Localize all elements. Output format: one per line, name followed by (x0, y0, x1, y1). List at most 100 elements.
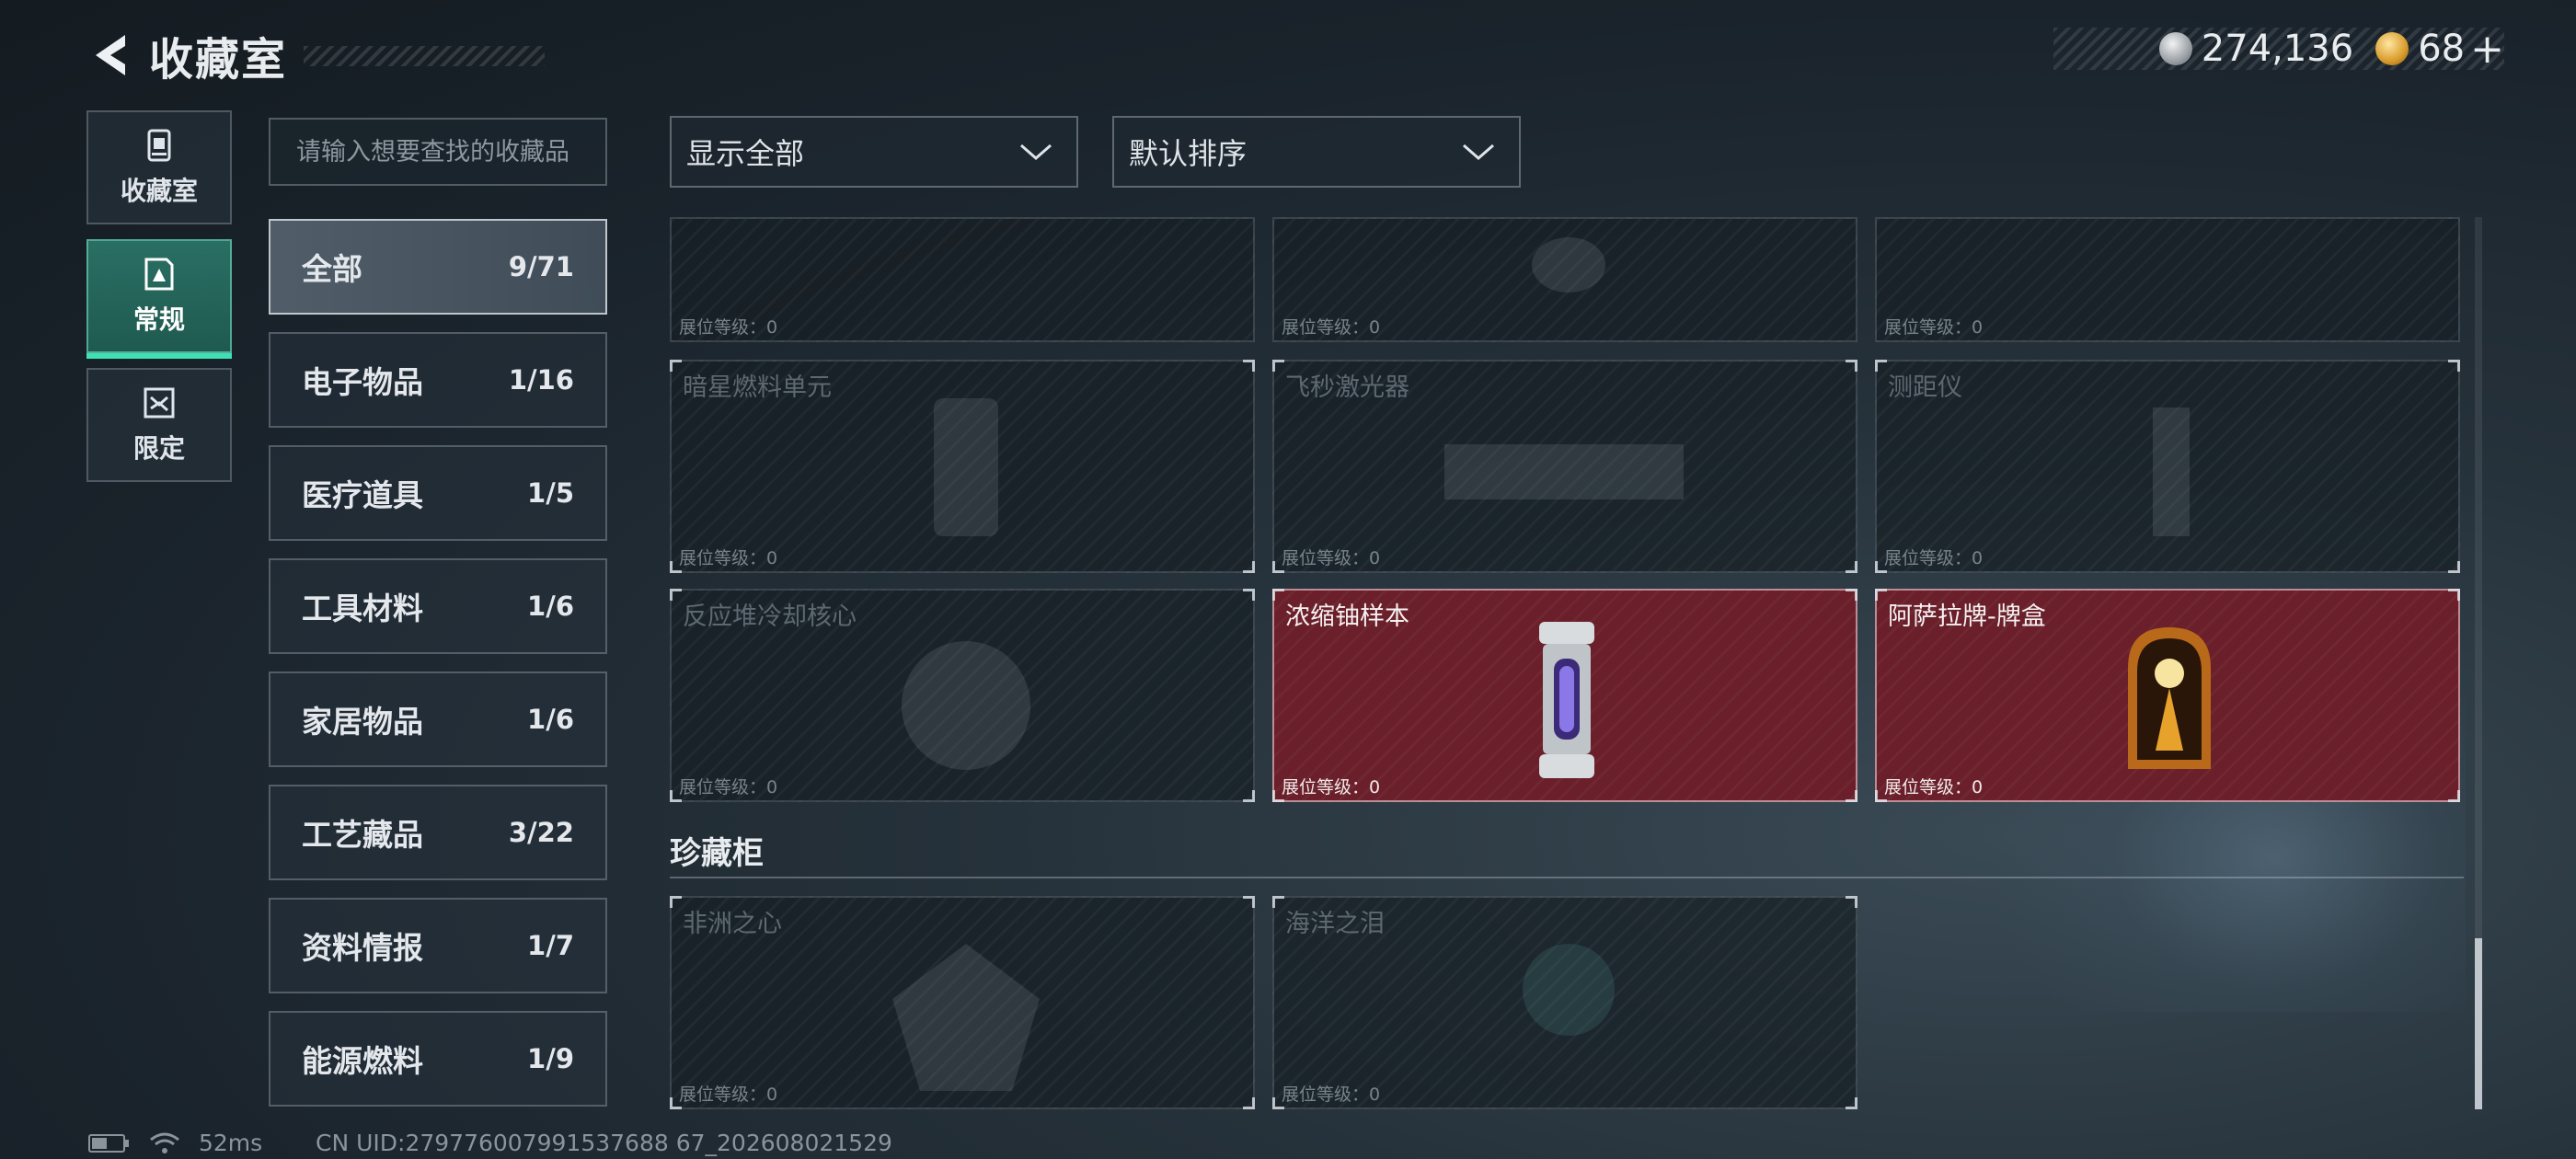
item-card-owned[interactable]: 阿萨拉牌-牌盒 展位等级：0 (1875, 589, 2460, 802)
category-name: 能源燃料 (302, 1043, 423, 1079)
item-card[interactable]: 展位等级：0 (1875, 217, 2460, 342)
category-energy[interactable]: 能源燃料 1/9 (269, 1011, 607, 1107)
currency-bar: 274,136 68 + (2053, 26, 2504, 73)
search-box (269, 118, 607, 186)
regular-icon (144, 258, 174, 291)
item-name: 浓缩铀样本 (1285, 602, 1409, 631)
display-filter-label: 显示全部 (686, 136, 805, 171)
ping-value: 52ms (199, 1130, 263, 1156)
item-display-level: 展位等级：0 (679, 1084, 778, 1105)
category-count: 9/71 (508, 251, 574, 282)
mode-tab-limited[interactable]: 限定 (86, 368, 232, 482)
status-bar: 52ms (88, 1130, 262, 1156)
collection-grid: 展位等级：0 展位等级：0 展位等级：0 暗星燃料单元 展位等级：0 飞秒激光器… (670, 217, 2464, 1109)
laser-image (1444, 444, 1684, 499)
category-count: 1/5 (527, 477, 574, 509)
mode-tabs: 收藏室 常规 限定 (86, 110, 234, 497)
item-card[interactable]: 反应堆冷却核心 展位等级：0 (670, 589, 1255, 802)
item-display-level: 展位等级：0 (1884, 548, 1984, 568)
chevron-down-icon (1463, 143, 1494, 160)
item-display-level: 展位等级：0 (1282, 317, 1381, 338)
silver-balance: 274,136 (2201, 28, 2354, 70)
item-display-level: 展位等级：0 (679, 777, 778, 798)
card-box-image (2128, 627, 2211, 769)
grid-scrollbar[interactable] (2475, 217, 2482, 1109)
user-uid: CN UID:279776007991537688 67_20260802152… (316, 1130, 892, 1156)
category-count: 1/6 (527, 704, 574, 735)
item-name: 暗星燃料单元 (683, 373, 832, 402)
item-card[interactable]: 暗星燃料单元 展位等级：0 (670, 360, 1255, 573)
reactor-core-image (902, 641, 1030, 770)
item-card[interactable]: 展位等级：0 (670, 217, 1255, 342)
chevron-down-icon (1020, 143, 1052, 160)
category-count: 1/16 (508, 364, 574, 396)
item-display-level: 展位等级：0 (679, 548, 778, 568)
heart-of-africa-image (892, 944, 1040, 1091)
cabinet-item-card[interactable]: 非洲之心 展位等级：0 (670, 896, 1255, 1109)
category-count: 3/22 (508, 817, 574, 848)
category-all[interactable]: 全部 9/71 (269, 219, 607, 315)
search-input[interactable] (294, 136, 605, 167)
category-medical[interactable]: 医疗道具 1/5 (269, 445, 607, 541)
scrollbar-thumb[interactable] (2475, 938, 2482, 1109)
category-crafts[interactable]: 工艺藏品 3/22 (269, 785, 607, 880)
sort-dropdown[interactable]: 默认排序 (1112, 116, 1521, 188)
category-count: 1/7 (527, 930, 574, 961)
fuel-cell-image (934, 398, 998, 536)
mode-tab-collection[interactable]: 收藏室 (86, 110, 232, 224)
category-list: 全部 9/71 电子物品 1/16 医疗道具 1/5 工具材料 1/6 家居物品… (269, 219, 607, 1124)
category-name: 医疗道具 (302, 477, 423, 513)
silver-coin-icon (2158, 32, 2192, 65)
header: 收藏室 (83, 18, 546, 92)
item-name: 测距仪 (1888, 373, 1962, 402)
rangefinder-image (2153, 407, 2190, 536)
category-name: 全部 (302, 251, 362, 287)
limited-icon (144, 387, 175, 419)
back-button[interactable] (83, 23, 138, 87)
display-filter-dropdown[interactable]: 显示全部 (670, 116, 1078, 188)
uranium-sample-image (1539, 622, 1594, 778)
category-count: 1/9 (527, 1043, 574, 1074)
item-display-level: 展位等级：0 (1282, 777, 1381, 798)
battery-icon (88, 1133, 129, 1153)
item-card[interactable]: 飞秒激光器 展位等级：0 (1272, 360, 1857, 573)
category-name: 家居物品 (302, 704, 423, 740)
wifi-icon (150, 1132, 179, 1153)
item-display-level: 展位等级：0 (1282, 1084, 1381, 1105)
mode-label: 收藏室 (120, 176, 198, 206)
add-currency-button[interactable]: + (2470, 26, 2504, 73)
mode-label: 限定 (132, 433, 185, 464)
sort-label: 默认排序 (1129, 136, 1248, 171)
gold-balance: 68 (2418, 28, 2466, 70)
item-image (1532, 237, 1605, 293)
collection-icon (147, 129, 171, 162)
tear-of-ocean-image (1523, 944, 1615, 1036)
item-display-level: 展位等级：0 (679, 317, 778, 338)
item-card[interactable]: 测距仪 展位等级：0 (1875, 360, 2460, 573)
category-count: 1/6 (527, 591, 574, 622)
item-display-level: 展位等级：0 (1884, 317, 1984, 338)
category-name: 工艺藏品 (302, 817, 423, 853)
item-card-owned[interactable]: 浓缩铀样本 展位等级：0 (1272, 589, 1857, 802)
mode-label: 常规 (132, 304, 185, 335)
category-tools[interactable]: 工具材料 1/6 (269, 558, 607, 654)
back-arrow-icon (96, 35, 125, 75)
item-name: 非洲之心 (683, 910, 782, 938)
item-display-level: 展位等级：0 (1282, 548, 1381, 568)
category-name: 资料情报 (302, 930, 423, 966)
category-name: 工具材料 (302, 591, 423, 626)
item-card[interactable]: 展位等级：0 (1272, 217, 1857, 342)
mode-tab-regular[interactable]: 常规 (86, 239, 232, 359)
category-intel[interactable]: 资料情报 1/7 (269, 898, 607, 993)
item-name: 反应堆冷却核心 (683, 602, 857, 631)
section-divider (670, 877, 2464, 878)
item-name: 飞秒激光器 (1285, 373, 1409, 402)
category-household[interactable]: 家居物品 1/6 (269, 671, 607, 767)
category-electronics[interactable]: 电子物品 1/16 (269, 332, 607, 428)
cabinet-item-card[interactable]: 海洋之泪 展位等级：0 (1272, 896, 1857, 1109)
item-name: 阿萨拉牌-牌盒 (1888, 602, 2046, 631)
category-name: 电子物品 (302, 364, 423, 400)
item-name: 海洋之泪 (1285, 910, 1385, 938)
item-display-level: 展位等级：0 (1884, 777, 1984, 798)
gold-coin-icon (2375, 32, 2409, 65)
